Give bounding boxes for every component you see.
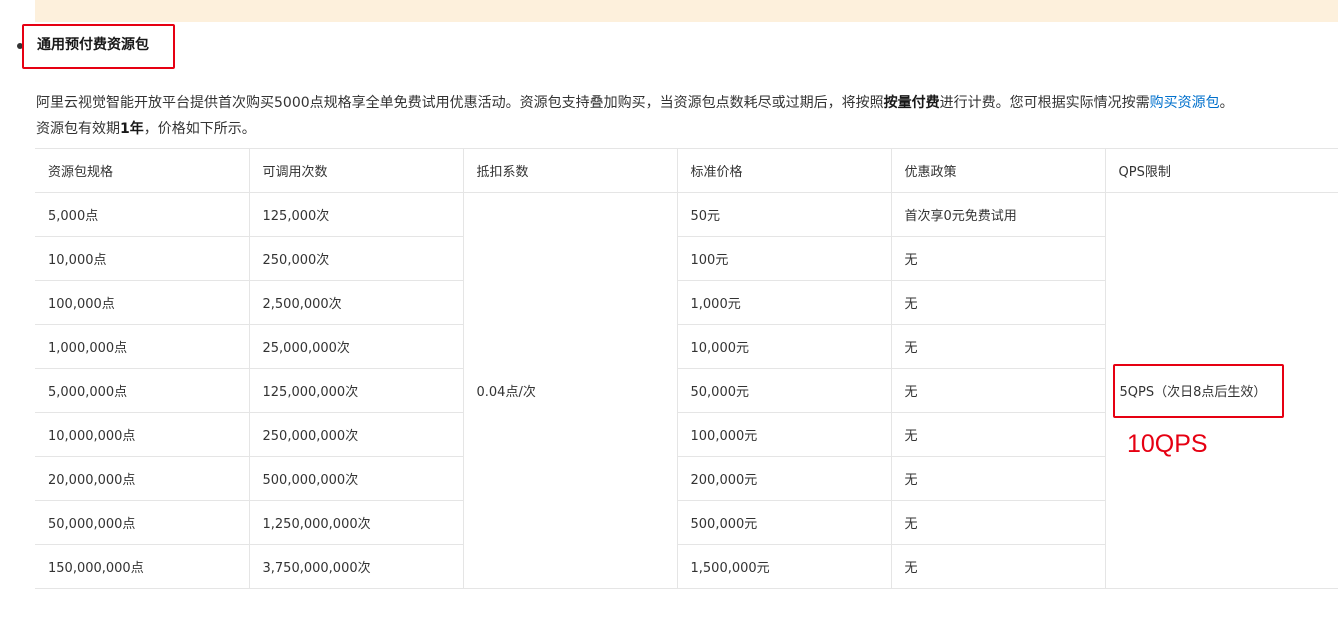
- cell-spec: 50,000,000点: [35, 500, 250, 545]
- cell-policy: 无: [891, 280, 1106, 325]
- cell-spec: 10,000,000点: [35, 412, 250, 457]
- cell-price: 10,000元: [677, 324, 892, 369]
- cell-price: 100元: [677, 236, 892, 281]
- description-text-1: 阿里云视觉智能开放平台提供首次购买5000点规格享全单免费试用优惠活动。资源包支…: [36, 95, 884, 111]
- cell-calls: 2,500,000次: [249, 280, 464, 325]
- cell-policy: 无: [891, 500, 1106, 545]
- qps-highlight-box: [1113, 364, 1284, 418]
- cell-price: 50,000元: [677, 368, 892, 413]
- table-header-row: 资源包规格 可调用次数 抵扣系数 标准价格 优惠政策 QPS限制: [35, 148, 1338, 193]
- cell-calls: 1,250,000,000次: [249, 500, 464, 545]
- buy-resource-package-link[interactable]: 购买资源包: [1150, 95, 1220, 111]
- cell-calls: 3,750,000,000次: [249, 544, 464, 589]
- cell-calls: 500,000,000次: [249, 456, 464, 501]
- header-calls: 可调用次数: [249, 148, 464, 193]
- qps-annotation: 10QPS: [1127, 430, 1208, 458]
- description-paragraph: 阿里云视觉智能开放平台提供首次购买5000点规格享全单免费试用优惠活动。资源包支…: [36, 90, 1336, 142]
- table-row: 5,000点 125,000次 0.04点/次 50元 首次享0元免费试用 5Q…: [35, 192, 1338, 589]
- cell-calls: 125,000次: [249, 192, 464, 237]
- header-qps: QPS限制: [1105, 148, 1338, 193]
- cell-price: 200,000元: [677, 456, 892, 501]
- description-bold-payg: 按量付费: [883, 95, 940, 111]
- heading-highlight-box: [22, 24, 175, 69]
- cell-policy: 首次享0元免费试用: [891, 192, 1106, 237]
- cell-deduction: 0.04点/次: [463, 192, 678, 589]
- cell-calls: 250,000,000次: [249, 412, 464, 457]
- cell-policy: 无: [891, 368, 1106, 413]
- cell-price: 500,000元: [677, 500, 892, 545]
- cell-price: 50元: [677, 192, 892, 237]
- cell-spec: 5,000点: [35, 192, 250, 237]
- cell-price: 1,500,000元: [677, 544, 892, 589]
- description-bold-validity: 1年: [120, 121, 144, 137]
- notice-banner: [35, 0, 1338, 22]
- cell-spec: 10,000点: [35, 236, 250, 281]
- cell-spec: 1,000,000点: [35, 324, 250, 369]
- header-spec: 资源包规格: [35, 148, 250, 193]
- description-text-5: ，价格如下所示。: [143, 121, 256, 137]
- cell-spec: 150,000,000点: [35, 544, 250, 589]
- cell-calls: 125,000,000次: [249, 368, 464, 413]
- header-policy: 优惠政策: [891, 148, 1106, 193]
- description-text-3: 。: [1219, 95, 1234, 111]
- cell-policy: 无: [891, 236, 1106, 281]
- description-text-2: 进行计费。您可根据实际情况按需: [939, 95, 1150, 111]
- cell-spec: 100,000点: [35, 280, 250, 325]
- cell-price: 100,000元: [677, 412, 892, 457]
- cell-policy: 无: [891, 412, 1106, 457]
- header-deduction: 抵扣系数: [463, 148, 678, 193]
- cell-calls: 25,000,000次: [249, 324, 464, 369]
- cell-policy: 无: [891, 324, 1106, 369]
- header-price: 标准价格: [677, 148, 892, 193]
- cell-policy: 无: [891, 456, 1106, 501]
- cell-calls: 250,000次: [249, 236, 464, 281]
- cell-policy: 无: [891, 544, 1106, 589]
- cell-spec: 5,000,000点: [35, 368, 250, 413]
- cell-price: 1,000元: [677, 280, 892, 325]
- cell-spec: 20,000,000点: [35, 456, 250, 501]
- description-text-4: 资源包有效期: [36, 121, 120, 137]
